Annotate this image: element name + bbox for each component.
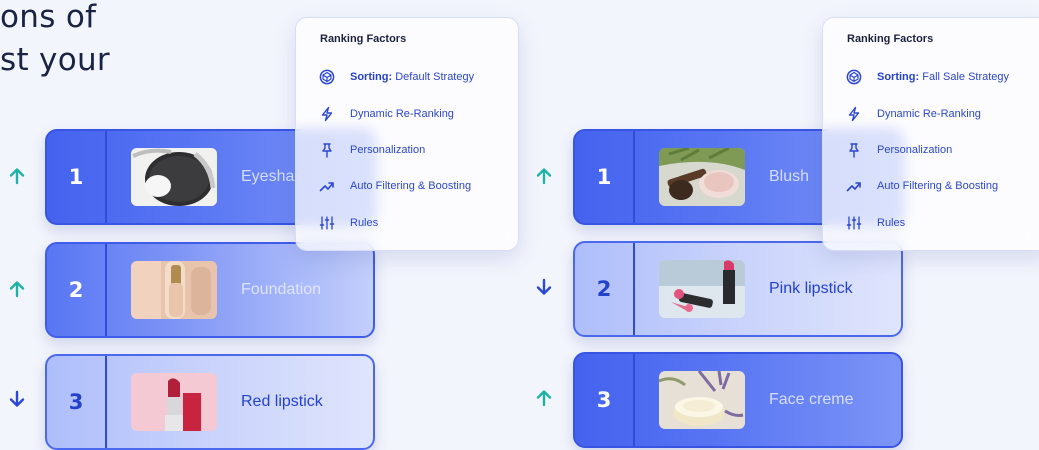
headline: ons of st your xyxy=(0,0,110,82)
rank-number-box: 3 xyxy=(47,356,107,448)
sliders-icon xyxy=(318,214,336,232)
factor-label-bold: Sorting: xyxy=(350,71,393,83)
factor-label: Dynamic Re-Ranking xyxy=(350,108,454,120)
product-image-pink-lipstick xyxy=(659,260,745,318)
factor-personalization[interactable]: Personalization xyxy=(845,140,952,160)
factor-rules[interactable]: Rules xyxy=(318,213,378,233)
product-name: Eyesha xyxy=(241,168,295,185)
panel-title: Ranking Factors xyxy=(847,33,934,45)
ranking-factors-panel: Ranking Factors Sorting: Fall Sale Strat… xyxy=(822,17,1039,251)
product-name: Face creme xyxy=(769,391,854,408)
factor-label: Personalization xyxy=(350,144,426,156)
product-name: Red lipstick xyxy=(241,393,323,410)
factor-dynamic-reranking[interactable]: Dynamic Re-Ranking xyxy=(318,104,454,124)
factor-label: Auto Filtering & Boosting xyxy=(877,180,999,192)
trend-icon xyxy=(318,177,336,195)
factor-sorting[interactable]: Sorting: Default Strategy xyxy=(318,67,474,87)
arrow-up-icon xyxy=(7,279,27,299)
arrow-down-icon xyxy=(534,277,554,297)
arrow-down-icon xyxy=(7,389,27,409)
rank-number: 2 xyxy=(68,278,84,302)
pin-icon xyxy=(318,141,336,159)
ranking-card-2[interactable]: 2 Foundation xyxy=(45,242,375,338)
factor-auto-filtering[interactable]: Auto Filtering & Boosting xyxy=(845,176,998,196)
ranking-card-2[interactable]: 2 Pink lipstick xyxy=(573,241,903,337)
factor-label: Fall Sale Strategy xyxy=(919,71,1010,83)
rank-number: 3 xyxy=(68,390,84,414)
cube-icon xyxy=(845,68,863,86)
rank-number: 3 xyxy=(596,388,612,412)
sliders-icon xyxy=(845,214,863,232)
rank-number-box: 3 xyxy=(575,354,635,446)
product-name: Pink lipstick xyxy=(769,280,853,297)
trend-icon xyxy=(845,177,863,195)
rank-number: 1 xyxy=(596,165,612,189)
rank-number: 1 xyxy=(68,165,84,189)
arrow-up-icon xyxy=(534,166,554,186)
product-image-red-lipstick xyxy=(131,373,217,431)
ranking-card-3[interactable]: 3 Face creme xyxy=(573,352,903,448)
rank-number-box: 1 xyxy=(47,131,107,223)
ranking-card-3[interactable]: 3 Red lipstick xyxy=(45,354,375,450)
product-image-eyeshadow xyxy=(131,148,217,206)
panel-title: Ranking Factors xyxy=(320,33,407,45)
product-image-face-creme xyxy=(659,371,745,429)
arrow-up-icon xyxy=(534,388,554,408)
product-image-foundation xyxy=(131,261,217,319)
headline-line-2: st your xyxy=(0,42,110,78)
factor-label-bold: Sorting: xyxy=(877,71,920,83)
product-image-blush xyxy=(659,148,745,206)
ranking-factors-panel: Ranking Factors Sorting: Default Strateg… xyxy=(295,17,519,251)
factor-label: Default Strategy xyxy=(392,71,475,83)
product-name: Blush xyxy=(769,168,810,185)
factor-label: Personalization xyxy=(877,144,953,156)
factor-label: Auto Filtering & Boosting xyxy=(350,180,472,192)
factor-auto-filtering[interactable]: Auto Filtering & Boosting xyxy=(318,176,471,196)
cube-icon xyxy=(318,68,336,86)
headline-line-1: ons of xyxy=(0,0,97,35)
factor-dynamic-reranking[interactable]: Dynamic Re-Ranking xyxy=(845,104,981,124)
lightning-icon xyxy=(845,105,863,123)
lightning-icon xyxy=(318,105,336,123)
pin-icon xyxy=(845,141,863,159)
rank-number-box: 2 xyxy=(575,243,635,335)
factor-rules[interactable]: Rules xyxy=(845,213,905,233)
rank-number-box: 1 xyxy=(575,131,635,223)
rank-number-box: 2 xyxy=(47,244,107,336)
factor-label: Rules xyxy=(877,217,906,229)
product-name: Foundation xyxy=(241,281,322,298)
arrow-up-icon xyxy=(7,166,27,186)
factor-label: Dynamic Re-Ranking xyxy=(877,108,981,120)
factor-personalization[interactable]: Personalization xyxy=(318,140,425,160)
factor-label: Rules xyxy=(350,217,379,229)
rank-number: 2 xyxy=(596,277,612,301)
factor-sorting[interactable]: Sorting: Fall Sale Strategy xyxy=(845,67,1009,87)
